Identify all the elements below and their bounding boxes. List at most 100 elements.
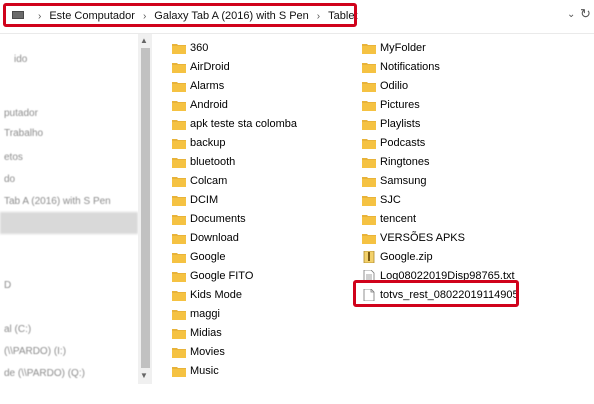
- nav-item[interactable]: ido: [14, 52, 27, 68]
- file-item[interactable]: 360: [172, 38, 297, 57]
- file-item[interactable]: Ringtones: [362, 152, 519, 171]
- file-item-label: backup: [190, 136, 226, 149]
- chevron-down-icon[interactable]: ⌄: [567, 9, 575, 20]
- file-item[interactable]: Android: [172, 95, 297, 114]
- file-item-label: Colcam: [190, 174, 228, 187]
- file-item[interactable]: bluetooth: [172, 152, 297, 171]
- file-item[interactable]: Movies: [172, 342, 297, 361]
- folder-icon: [362, 157, 376, 168]
- file-item-label: Download: [190, 231, 239, 244]
- file-item[interactable]: Playlists: [362, 114, 519, 133]
- file-item-label: 360: [190, 41, 209, 54]
- nav-item[interactable]: etos: [4, 150, 23, 166]
- file-item[interactable]: Notifications: [362, 57, 519, 76]
- file-item-label: MyFolder: [380, 41, 426, 54]
- file-item[interactable]: tencent: [362, 209, 519, 228]
- folder-icon: [172, 138, 186, 149]
- folder-icon: [172, 62, 186, 73]
- file-item[interactable]: Google: [172, 247, 297, 266]
- file-item-label: apk teste sta colomba: [190, 117, 298, 130]
- file-item-label: tencent: [380, 212, 417, 225]
- file-item-label: Podcasts: [380, 136, 426, 149]
- nav-scrollbar-thumb[interactable]: [141, 48, 150, 368]
- file-item-label: Ringtones: [380, 155, 430, 168]
- folder-icon: [172, 347, 186, 358]
- file-item-label: Pictures: [380, 98, 420, 111]
- file-item[interactable]: DCIM: [172, 190, 297, 209]
- file-item-label: Alarms: [190, 79, 225, 92]
- nav-item[interactable]: (\\PARDO) (I:): [4, 344, 66, 360]
- file-item-label: SJC: [380, 193, 401, 206]
- scroll-down-icon[interactable]: ▼: [140, 371, 148, 380]
- file-item[interactable]: Podcasts: [362, 133, 519, 152]
- folder-icon: [362, 195, 376, 206]
- file-item[interactable]: maggi: [172, 304, 297, 323]
- file-item-label: maggi: [190, 307, 220, 320]
- file-item[interactable]: Google FITO: [172, 266, 297, 285]
- folder-icon: [362, 233, 376, 244]
- file-item-label: Android: [190, 98, 228, 111]
- file-item[interactable]: Odilio: [362, 76, 519, 95]
- address-highlight-box: [3, 3, 357, 27]
- file-item-label: Documents: [190, 212, 246, 225]
- zip-icon: [363, 250, 375, 263]
- status-area: [0, 384, 594, 404]
- file-item-label: Playlists: [380, 117, 421, 130]
- folder-icon: [172, 195, 186, 206]
- file-item[interactable]: MyFolder: [362, 38, 519, 57]
- folder-icon: [172, 119, 186, 130]
- nav-item[interactable]: D: [4, 278, 11, 294]
- refresh-icon[interactable]: ↻: [580, 6, 591, 22]
- file-item-label: Movies: [190, 345, 225, 358]
- file-item[interactable]: apk teste sta colomba: [172, 114, 297, 133]
- folder-icon: [172, 81, 186, 92]
- file-item[interactable]: Pictures: [362, 95, 519, 114]
- folder-icon: [362, 138, 376, 149]
- nav-item[interactable]: de (\\PARDO) (Q:): [4, 366, 85, 382]
- folder-icon: [172, 157, 186, 168]
- file-item-label: Samsung: [380, 174, 427, 187]
- file-item-label: Google FITO: [190, 269, 254, 282]
- file-item-label: bluetooth: [190, 155, 236, 168]
- file-item[interactable]: Documents: [172, 209, 297, 228]
- folder-icon: [362, 81, 376, 92]
- file-item[interactable]: Download: [172, 228, 297, 247]
- file-item-label: Midias: [190, 326, 222, 339]
- nav-item[interactable]: Tab A (2016) with S Pen: [4, 194, 111, 210]
- file-item-label: VERSÕES APKS: [380, 231, 465, 244]
- file-item[interactable]: Samsung: [362, 171, 519, 190]
- nav-item[interactable]: al (C:): [4, 322, 31, 338]
- nav-item[interactable]: do: [4, 172, 15, 188]
- file-item[interactable]: AirDroid: [172, 57, 297, 76]
- file-item-label: Odilio: [380, 79, 409, 92]
- file-item[interactable]: SJC: [362, 190, 519, 209]
- file-item[interactable]: Music: [172, 361, 297, 380]
- file-item-label: Google.zip: [380, 250, 433, 263]
- file-item-label: DCIM: [190, 193, 219, 206]
- file-item[interactable]: VERSÕES APKS: [362, 228, 519, 247]
- folder-icon: [362, 100, 376, 111]
- file-item-label: Music: [190, 364, 219, 377]
- file-column-1: 360 AirDroid Alarms Android apk teste sta co…: [172, 38, 297, 380]
- folder-icon: [172, 366, 186, 377]
- file-item[interactable]: Midias: [172, 323, 297, 342]
- folder-icon: [362, 119, 376, 130]
- folder-icon: [172, 43, 186, 54]
- file-item[interactable]: Kids Mode: [172, 285, 297, 304]
- nav-item[interactable]: Trabalho: [4, 126, 43, 142]
- folder-icon: [172, 309, 186, 320]
- folder-icon: [362, 62, 376, 73]
- file-item[interactable]: Alarms: [172, 76, 297, 95]
- file-item[interactable]: backup: [172, 133, 297, 152]
- file-item-label: Kids Mode: [190, 288, 242, 301]
- file-item[interactable]: Google.zip: [362, 247, 519, 266]
- navigation-pane[interactable]: ido putador Trabalho etos do Tab A (2016…: [0, 34, 138, 384]
- folder-icon: [172, 100, 186, 111]
- address-bar[interactable]: › Este Computador › Galaxy Tab A (2016) …: [0, 0, 594, 34]
- folder-icon: [362, 176, 376, 187]
- folder-icon: [172, 214, 186, 225]
- file-item[interactable]: Colcam: [172, 171, 297, 190]
- scroll-up-icon[interactable]: ▲: [140, 36, 148, 45]
- nav-item[interactable]: putador: [4, 106, 38, 122]
- file-item-label: AirDroid: [190, 60, 230, 73]
